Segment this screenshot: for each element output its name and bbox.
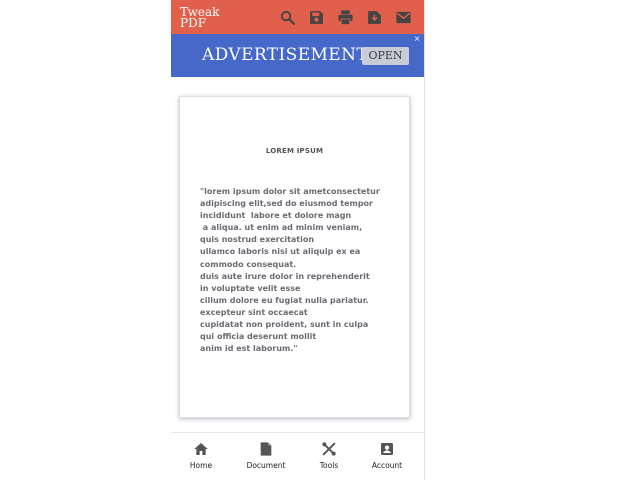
nav-home[interactable]: Home [173, 441, 229, 470]
nav-tools[interactable]: Tools [301, 441, 357, 470]
header-bar: Tweak PDF [171, 0, 424, 34]
download-icon[interactable] [366, 9, 383, 26]
search-icon[interactable] [279, 9, 296, 26]
app-title: Tweak PDF [180, 5, 220, 30]
save-icon[interactable] [308, 9, 325, 26]
document-icon [260, 442, 272, 456]
nav-document-label: Document [246, 461, 286, 470]
app-screen: Tweak PDF ADVERTISEMENT OPEN × LOREM IPS… [171, 0, 425, 480]
nav-account[interactable]: Account [359, 441, 415, 470]
ad-open-button[interactable]: OPEN [362, 47, 409, 65]
nav-account-label: Account [371, 461, 403, 470]
document-page: LOREM IPSUM "lorem ipsum dolor sit ametc… [179, 96, 410, 418]
document-viewer[interactable]: LOREM IPSUM "lorem ipsum dolor sit ametc… [171, 77, 424, 432]
home-icon [194, 443, 208, 455]
nav-tools-label: Tools [319, 461, 339, 470]
mail-icon[interactable] [395, 9, 412, 26]
document-title: LOREM IPSUM [265, 147, 324, 155]
ad-close-icon[interactable]: × [414, 34, 420, 45]
nav-document[interactable]: Document [238, 441, 294, 470]
nav-home-label: Home [189, 461, 213, 470]
bottom-navigation: Home Document Tools Account [171, 432, 424, 480]
account-icon [381, 443, 393, 455]
tools-icon [322, 442, 336, 456]
ad-label: ADVERTISEMENT [202, 45, 369, 65]
ad-banner[interactable]: ADVERTISEMENT OPEN × [171, 34, 424, 77]
print-icon[interactable] [337, 9, 354, 26]
toolbar [279, 9, 412, 26]
document-body: "lorem ipsum dolor sit ametconsectetur a… [200, 187, 380, 354]
